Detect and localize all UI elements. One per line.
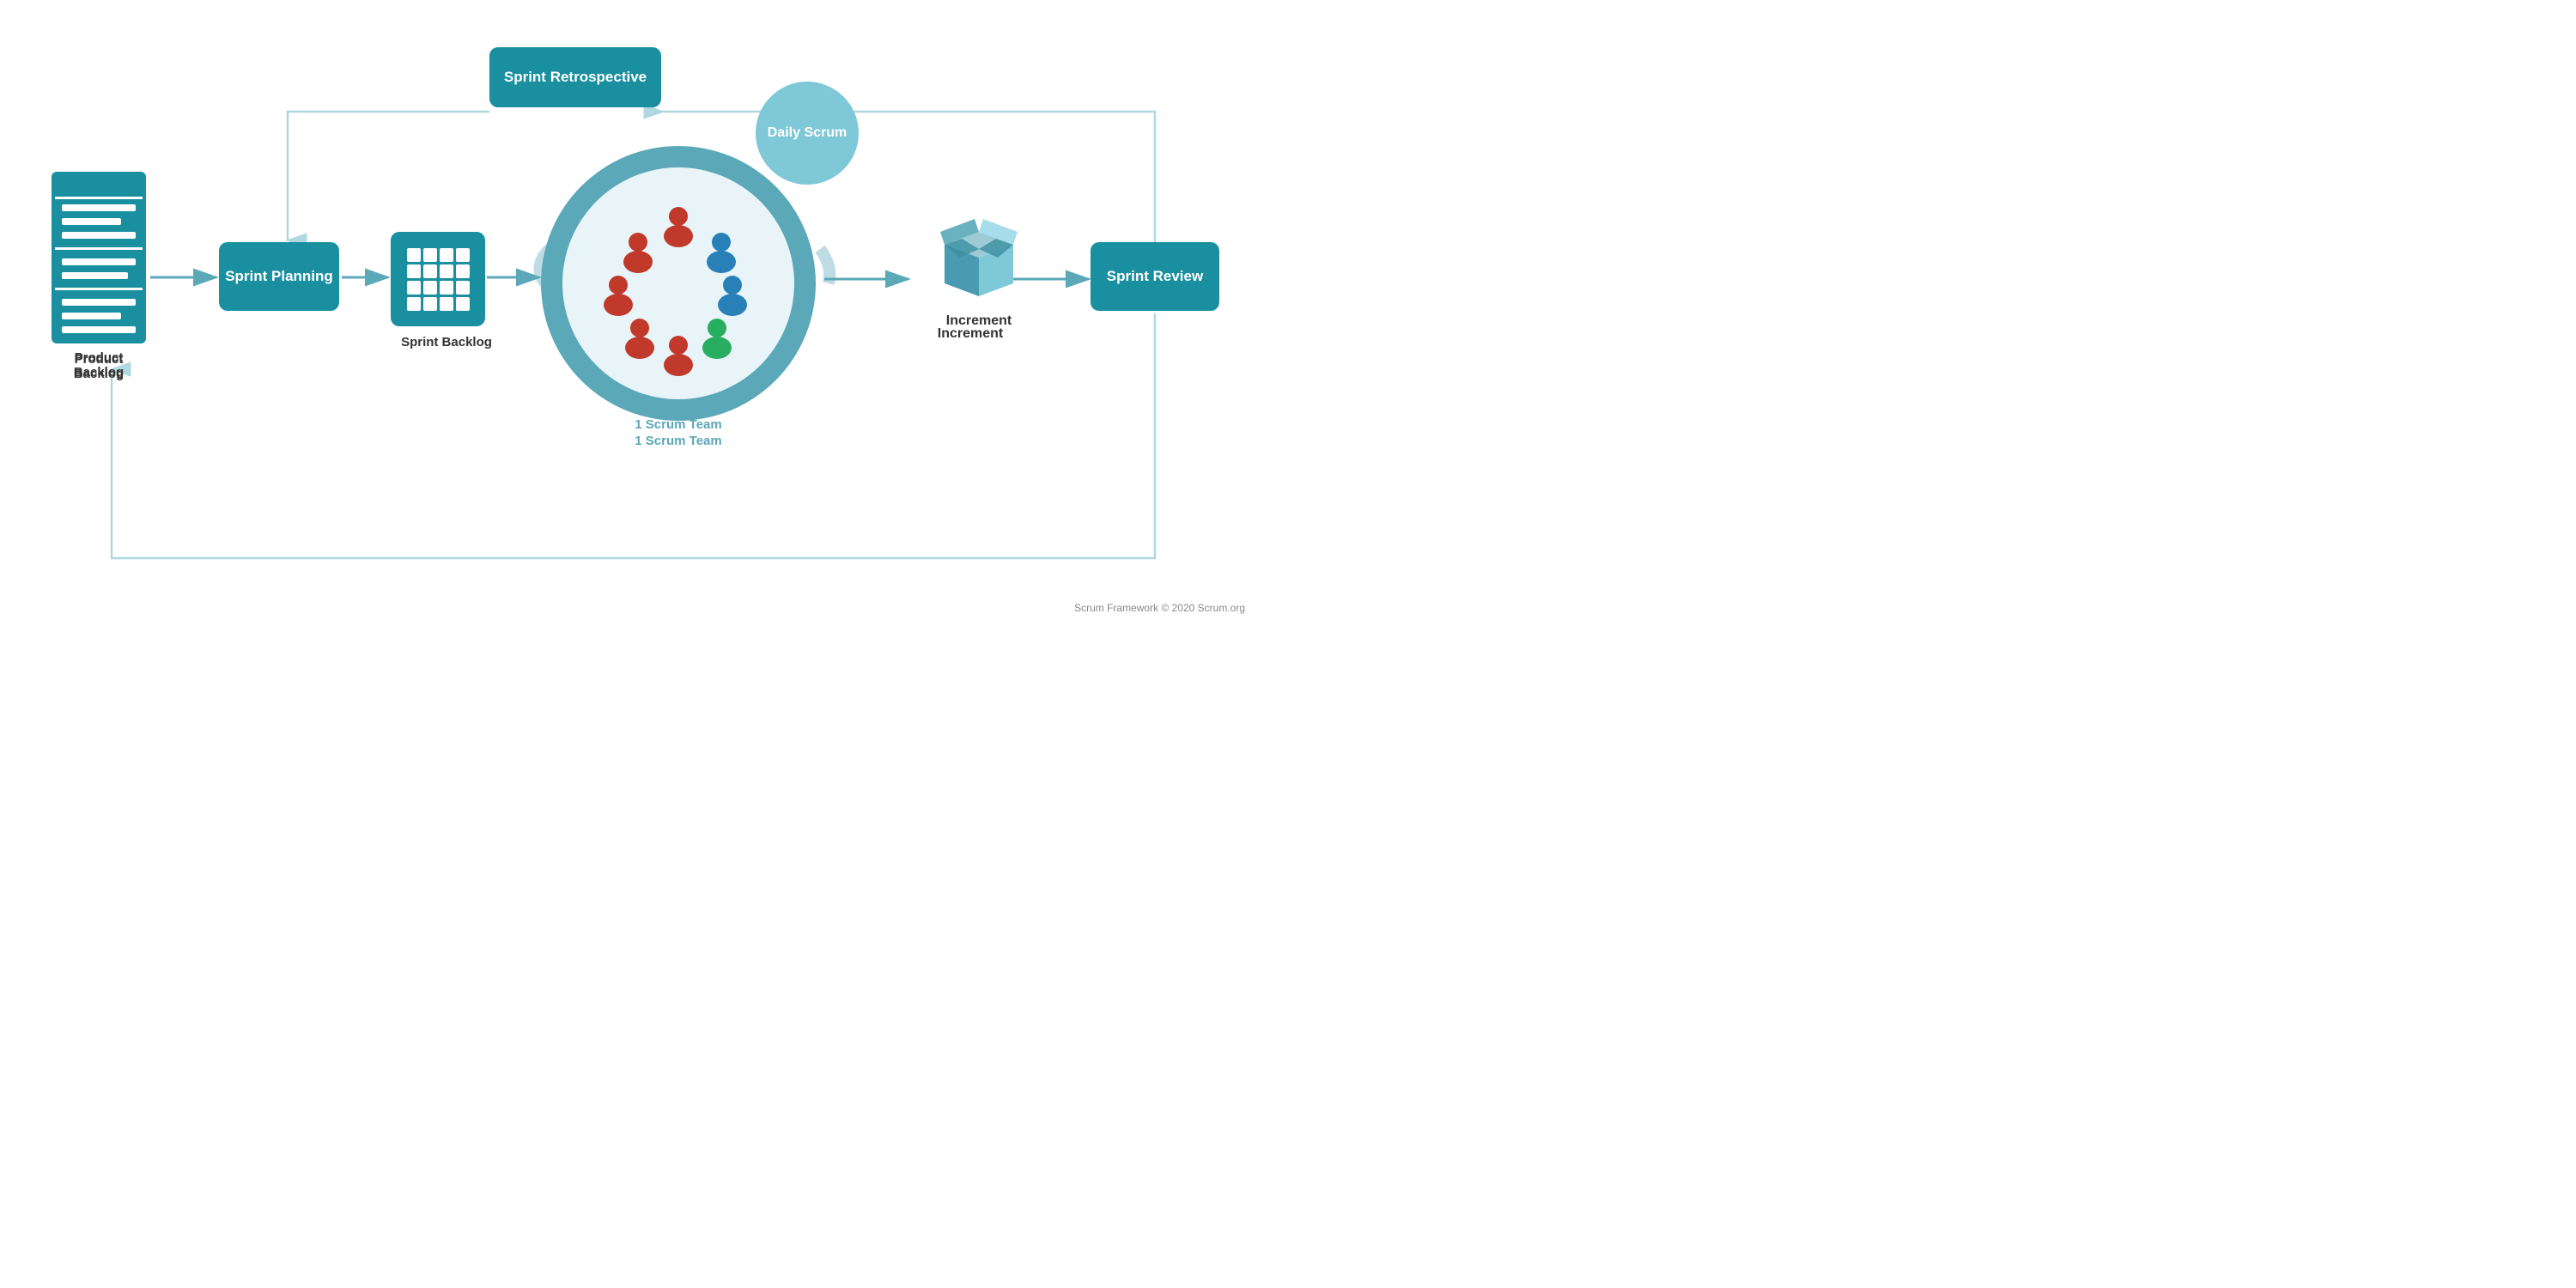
grid-cell	[423, 248, 437, 262]
grid-cell	[440, 248, 453, 262]
grid-cell	[440, 281, 453, 295]
sprint-planning-label: Sprint Planning	[225, 268, 333, 285]
sprint-planning-box: Sprint Planning	[219, 242, 339, 311]
sprint-backlog-box	[391, 232, 485, 326]
grid-cell	[423, 264, 437, 278]
scrum-circle-inner: 1 Scrum Team	[562, 167, 794, 399]
sprint-retrospective: Sprint Retrospective	[489, 47, 661, 112]
grid-cell	[456, 281, 470, 295]
grid-cell	[456, 248, 470, 262]
increment: Increment	[910, 206, 1048, 343]
grid-cell	[407, 297, 421, 311]
grid-cell	[456, 297, 470, 311]
sprint-backlog-label: Sprint Backlog	[391, 335, 502, 349]
grid-cell	[423, 297, 437, 311]
scrum-team-text-label: 1 Scrum Team	[541, 434, 816, 448]
scrum-team-label: 1 Scrum Team	[635, 417, 721, 432]
sprint-retrospective-box: Sprint Retrospective	[489, 47, 661, 107]
team-people-svg	[584, 189, 773, 378]
increment-box-icon	[927, 206, 1030, 301]
sprint-review-label: Sprint Review	[1107, 268, 1203, 285]
product-backlog: Product Backlog	[52, 172, 146, 361]
sprint-backlog-grid	[407, 248, 470, 311]
sprint-retrospective-label: Sprint Retrospective	[504, 69, 647, 86]
copyright-text: Scrum Framework © 2020 Scrum.org	[1074, 602, 1245, 614]
daily-scrum-label: Daily Scrum	[768, 125, 847, 143]
product-backlog-box	[52, 172, 146, 343]
grid-cell	[440, 264, 453, 278]
grid-cell	[456, 264, 470, 278]
grid-cell	[440, 297, 453, 311]
sprint-review-box: Sprint Review	[1091, 242, 1219, 311]
grid-cell	[407, 281, 421, 295]
sprint-backlog: Sprint Backlog	[391, 232, 502, 343]
diagram-container: Product Backlog Sprint Planning	[0, 0, 1288, 644]
grid-cell	[423, 281, 437, 295]
sprint-review: Sprint Review	[1091, 242, 1219, 319]
sprint-planning: Sprint Planning	[219, 242, 339, 328]
product-backlog-text-label: Product Backlog	[52, 352, 146, 381]
daily-scrum: Daily Scrum	[756, 82, 867, 193]
daily-scrum-circle: Daily Scrum	[756, 82, 859, 185]
grid-cell	[407, 264, 421, 278]
increment-text-label: Increment	[910, 326, 1030, 342]
grid-cell	[407, 248, 421, 262]
